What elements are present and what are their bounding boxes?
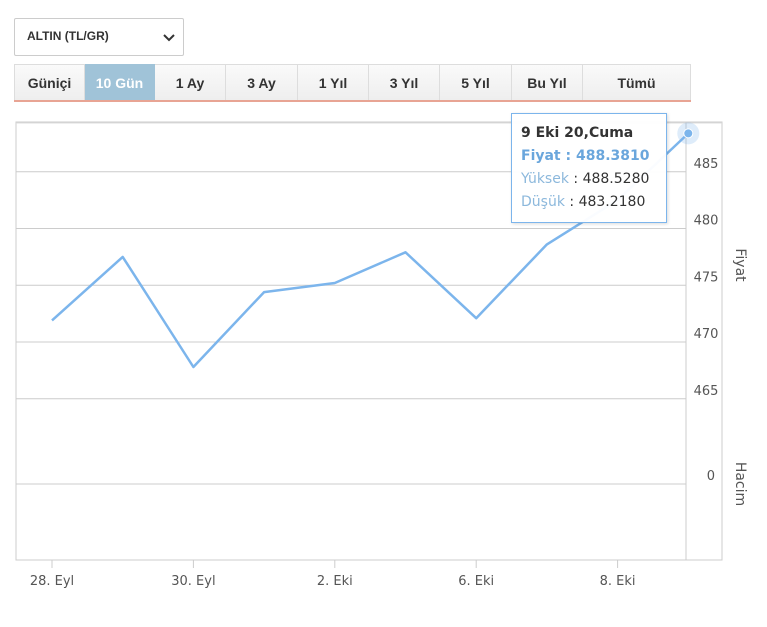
price-axis-title: Fiyat: [732, 248, 748, 282]
tooltip-price-value: 488.3810: [576, 148, 650, 164]
y-tick-label: 475: [694, 270, 719, 285]
tooltip-high-label: Yüksek: [521, 171, 569, 187]
x-tick-label: 8. Eki: [600, 574, 636, 589]
hover-point: [683, 128, 694, 139]
x-tick-label: 30. Eyl: [171, 574, 215, 589]
tooltip-low-row: Düşük : 483.2180: [521, 194, 646, 210]
x-tick-label: 28. Eyl: [30, 574, 74, 589]
y-tick-label: 485: [694, 157, 719, 172]
x-tick-label: 6. Eki: [458, 574, 494, 589]
volume-axis-title: Hacim: [732, 462, 748, 506]
chart-tooltip: 9 Eki 20,Cuma Fiyat : 488.3810 Yüksek : …: [511, 113, 667, 223]
tooltip-date: 9 Eki 20,Cuma: [521, 125, 634, 141]
x-tick-label: 2. Eki: [317, 574, 353, 589]
tooltip-low-value: 483.2180: [578, 194, 646, 210]
y-tick-label: 480: [694, 214, 719, 229]
tooltip-high-row: Yüksek : 488.5280: [521, 171, 650, 187]
y-tick-label: 465: [694, 384, 719, 399]
tooltip-high-value: 488.5280: [582, 171, 650, 187]
price-chart: 465 470 475 480 485 0 Fiyat Hacim 28. Eyl 30. Eyl…: [15, 121, 748, 589]
tooltip-price-label: Fiyat: [521, 148, 561, 164]
tooltip-low-label: Düşük: [521, 194, 565, 210]
y-tick-label: 470: [694, 327, 719, 342]
volume-tick-label: 0: [707, 469, 715, 484]
tooltip-price-row: Fiyat : 488.3810: [521, 148, 650, 164]
